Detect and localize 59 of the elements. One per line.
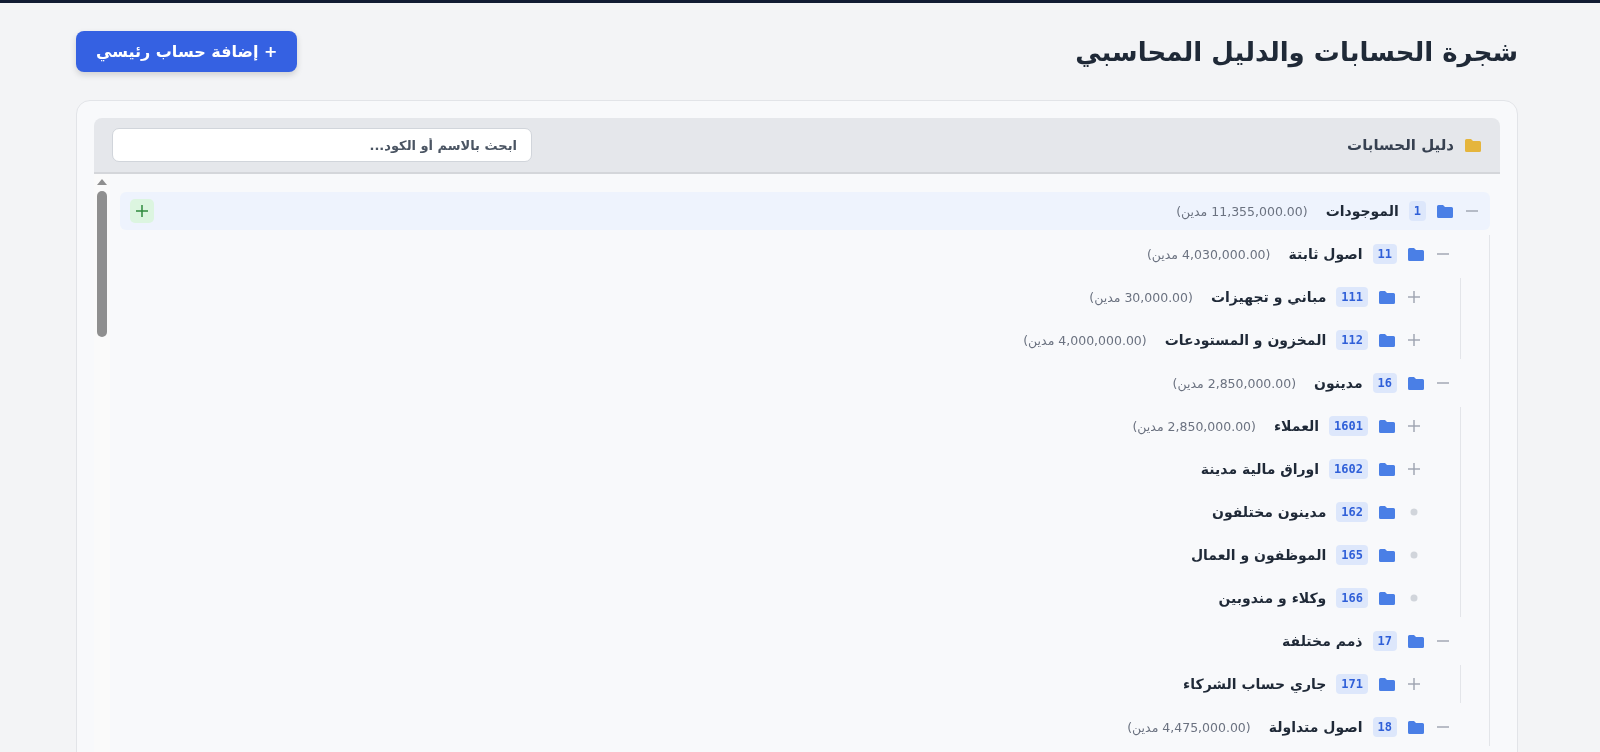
account-code: 171	[1336, 674, 1368, 694]
account-name: وكلاء و مندوبين	[1218, 590, 1327, 606]
folder-icon	[1407, 246, 1425, 262]
expand-icon[interactable]	[1406, 676, 1422, 692]
account-code: 166	[1336, 588, 1368, 608]
account-code: 18	[1372, 717, 1397, 737]
account-name: العملاء	[1273, 418, 1320, 434]
page-title: شجرة الحسابات والدليل المحاسبي	[1075, 36, 1518, 67]
panel-title: دليل الحسابات	[1347, 136, 1454, 154]
add-child-button[interactable]	[130, 199, 154, 223]
folder-icon	[1378, 676, 1396, 692]
account-name: مدينون	[1314, 375, 1363, 391]
folder-icon	[1378, 547, 1396, 563]
expand-icon[interactable]	[1406, 289, 1422, 305]
expand-icon[interactable]	[1406, 418, 1422, 434]
expand-icon[interactable]	[1406, 461, 1422, 477]
add-account-button[interactable]: + إضافة حساب رئيسي	[76, 31, 298, 72]
account-code: 1	[1408, 201, 1426, 221]
account-name: اصول متداولة	[1268, 719, 1363, 735]
account-code: 1602	[1329, 459, 1368, 479]
account-name: مباني و تجهيزات	[1210, 289, 1327, 305]
account-code: 1601	[1329, 416, 1368, 436]
folder-icon	[1378, 590, 1396, 606]
folder-icon	[1378, 504, 1396, 520]
account-name: اصول ثابتة	[1288, 246, 1363, 262]
account-code: 162	[1336, 502, 1368, 522]
account-name: الموجودات	[1325, 203, 1399, 219]
account-code: 17	[1372, 631, 1397, 651]
account-name: جاري حساب الشركاء	[1183, 676, 1327, 692]
folder-icon	[1378, 289, 1396, 305]
folder-icon	[1436, 203, 1454, 219]
folder-icon	[1407, 719, 1425, 735]
account-code: 165	[1336, 545, 1368, 565]
account-code: 11	[1372, 244, 1397, 264]
account-balance: (11,355,000.00 مدين)	[1176, 203, 1308, 219]
account-name: ذمم مختلفة	[1282, 633, 1363, 649]
plus-icon	[135, 204, 149, 218]
account-balance: (2,850,000.00 مدين)	[1132, 418, 1256, 434]
account-code: 112	[1336, 330, 1368, 350]
account-name: المخزون و المستودعات	[1164, 332, 1327, 348]
account-balance: (4,000,000.00 مدين)	[1023, 332, 1147, 348]
account-name: مدينون مختلفون	[1212, 504, 1327, 520]
account-code: 111	[1336, 287, 1368, 307]
account-name: اوراق مالية مدينة	[1200, 461, 1320, 477]
account-balance: (2,850,000.00 مدين)	[1172, 375, 1297, 391]
folder-icon	[1407, 375, 1425, 391]
scroll-up-arrow-icon[interactable]	[97, 178, 107, 185]
scrollbar-thumb[interactable]	[97, 191, 107, 337]
expand-icon[interactable]	[1406, 332, 1422, 348]
account-balance: (4,475,000.00 مدين)	[1127, 719, 1251, 735]
account-balance: (30,000.00 مدين)	[1089, 289, 1193, 305]
folder-icon	[1464, 137, 1482, 153]
account-balance: (4,030,000.00 مدين)	[1146, 246, 1271, 262]
account-code: 16	[1372, 373, 1397, 393]
folder-icon	[1378, 418, 1396, 434]
folder-icon	[1407, 633, 1425, 649]
account-name: الموظفون و العمال	[1190, 547, 1327, 563]
folder-icon	[1378, 461, 1396, 477]
folder-icon	[1378, 332, 1396, 348]
